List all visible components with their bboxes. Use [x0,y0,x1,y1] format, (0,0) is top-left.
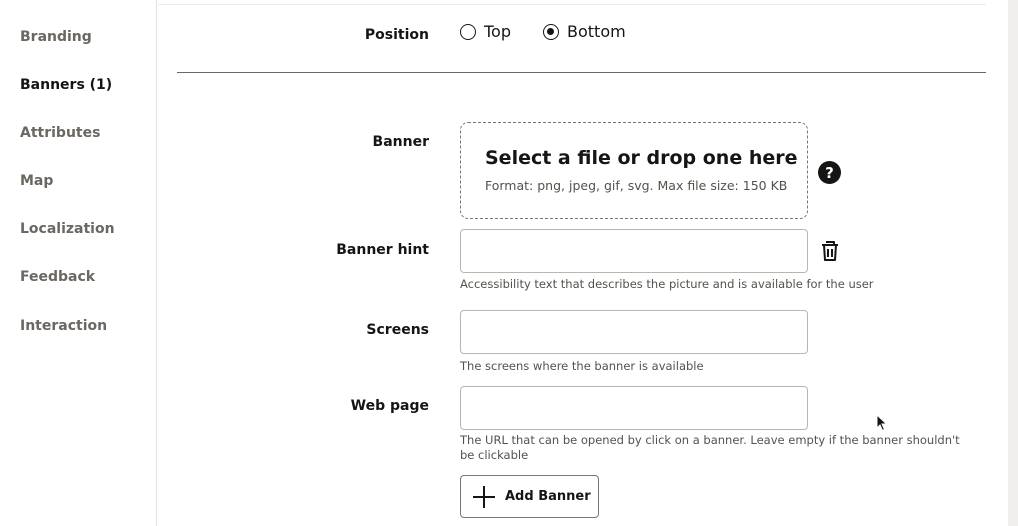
sidebar-item-interaction[interactable]: Interaction [20,318,107,334]
sidebar-item-branding[interactable]: Branding [20,29,92,45]
web-page-help-text: The URL that can be opened by click on a… [460,433,960,462]
sidebar-item-localization[interactable]: Localization [20,221,115,237]
position-label: Position [364,27,429,43]
sidebar-item-attributes[interactable]: Attributes [20,125,100,141]
help-icon[interactable]: ? [818,161,841,184]
banner-label: Banner [372,134,429,150]
banner-hint-input[interactable] [460,229,808,273]
position-radio-bottom-label: Bottom [567,22,626,41]
web-page-input[interactable] [460,386,808,430]
sidebar-item-feedback[interactable]: Feedback [20,269,95,285]
add-banner-label: Add Banner [505,489,591,504]
scrollbar-track[interactable] [1008,0,1018,526]
sidebar: Branding Banners (1) Attributes Map Loca… [0,0,157,526]
plus-icon [473,485,495,508]
screens-label: Screens [366,322,429,338]
position-radio-top[interactable]: Top [460,22,511,41]
banner-file-dropzone[interactable]: Select a file or drop one here Format: p… [460,122,808,219]
mouse-cursor-icon [876,414,888,432]
position-radio-bottom[interactable]: Bottom [543,22,626,41]
radio-unchecked-icon [460,23,476,40]
sidebar-item-banners[interactable]: Banners (1) [20,77,112,93]
web-page-label: Web page [350,398,429,414]
banner-hint-help-text: Accessibility text that describes the pi… [460,277,874,291]
banner-hint-label: Banner hint [336,242,429,258]
section-divider [177,72,986,73]
screens-input[interactable] [460,310,808,354]
dropzone-title: Select a file or drop one here [485,147,798,169]
add-banner-button[interactable]: Add Banner [460,475,599,518]
top-divider [158,4,986,5]
trash-icon[interactable] [818,239,842,263]
position-radio-top-label: Top [484,22,511,41]
dropzone-format: Format: png, jpeg, gif, svg. Max file si… [485,178,788,193]
sidebar-item-map[interactable]: Map [20,173,53,189]
screens-help-text: The screens where the banner is availabl… [460,359,704,373]
radio-checked-icon [543,23,559,40]
